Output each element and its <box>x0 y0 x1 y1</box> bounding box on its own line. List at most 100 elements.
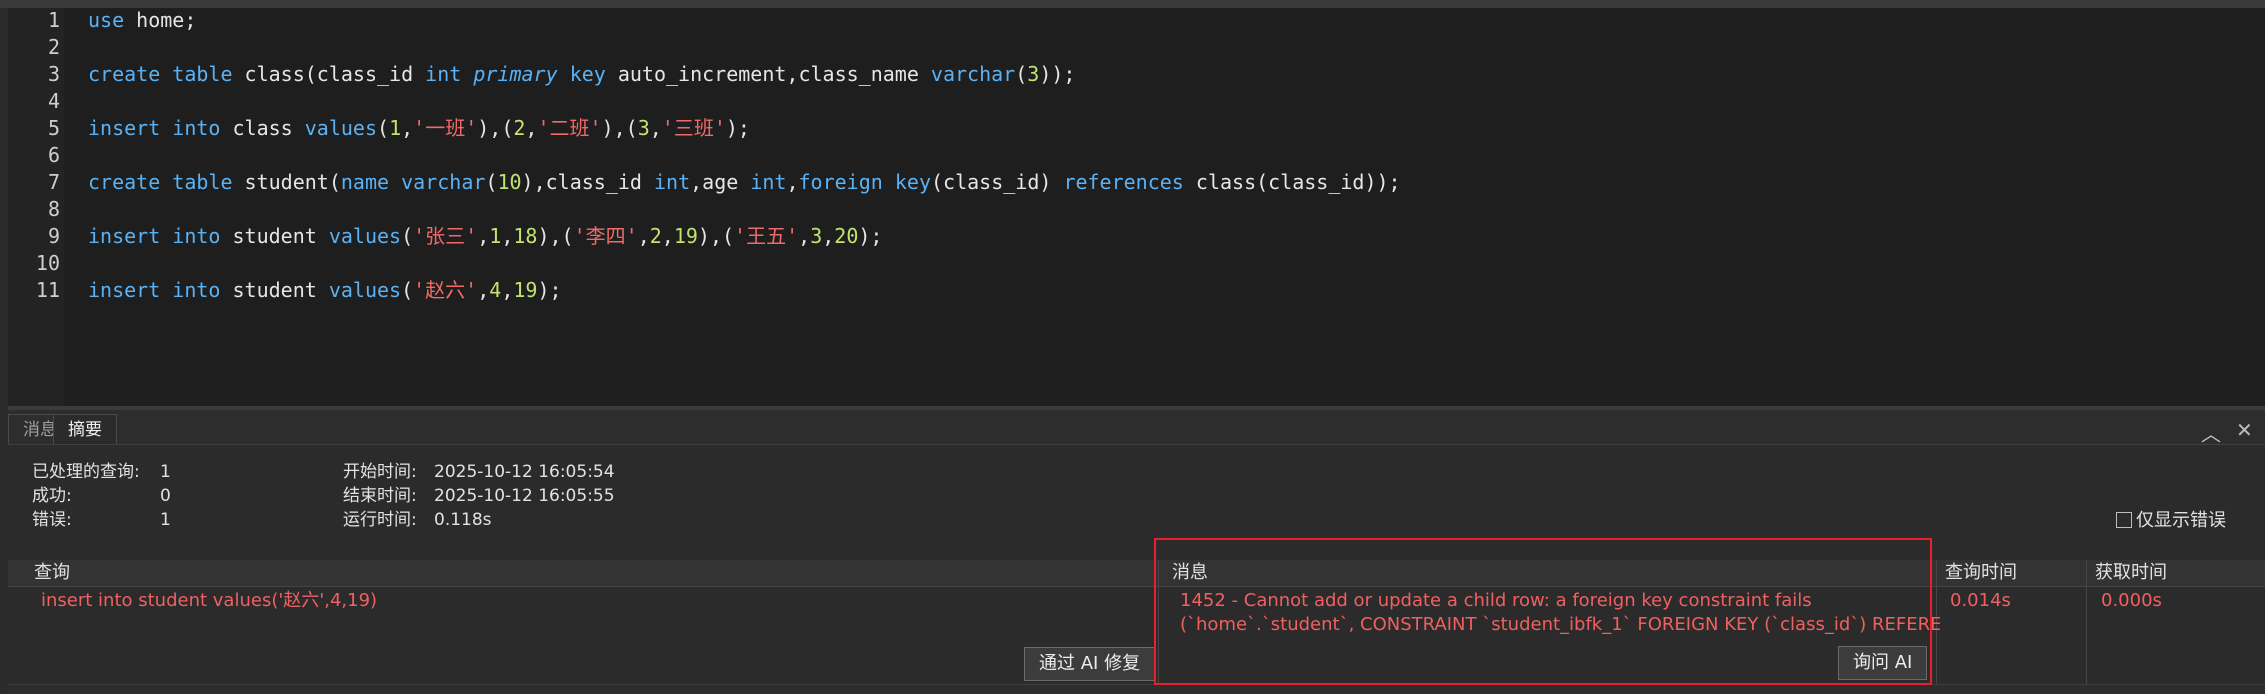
line-number: 10 <box>35 251 60 275</box>
code-line[interactable]: create table student(name varchar(10),cl… <box>88 169 1401 196</box>
code-token: , <box>477 278 490 302</box>
tab-summary[interactable]: 摘要 <box>53 414 117 444</box>
code-token: class(class_id)); <box>1183 170 1401 194</box>
col-header-fetch-time[interactable]: 获取时间 <box>2095 560 2167 586</box>
line-number: 1 <box>47 8 60 32</box>
column-divider <box>1158 560 1159 690</box>
column-divider <box>2086 560 2087 690</box>
code-token: 3 <box>637 116 650 140</box>
code-token: , <box>477 224 490 248</box>
code-token: , <box>661 224 674 248</box>
code-token: , <box>786 170 799 194</box>
success-value: 0 <box>160 486 171 506</box>
code-token: foreign <box>798 170 883 194</box>
code-token: 10 <box>497 170 522 194</box>
processed-label: 已处理的查询: <box>32 462 140 482</box>
processed-value: 1 <box>160 462 171 482</box>
code-token: ); <box>537 278 562 302</box>
code-token: '三班' <box>661 116 726 140</box>
code-token: values <box>328 278 402 302</box>
code-token: 20 <box>834 224 859 248</box>
code-line[interactable]: insert into student values('赵六',4,19); <box>88 277 562 304</box>
code-token: ( <box>377 116 390 140</box>
line-number: 8 <box>47 197 60 221</box>
fix-with-ai-button[interactable]: 通过 AI 修复 <box>1024 647 1156 681</box>
col-header-query[interactable]: 查询 <box>34 560 70 586</box>
code-token: values <box>328 224 402 248</box>
code-token: ),( <box>601 116 638 140</box>
code-token: 18 <box>513 224 538 248</box>
code-token: ),( <box>477 116 514 140</box>
code-token: into <box>172 224 221 248</box>
only-errors-label: 仅显示错误 <box>2136 510 2226 531</box>
line-number: 11 <box>35 278 60 302</box>
summary-counts: 已处理的查询: 1 成功: 0 错误: 1 <box>32 460 171 532</box>
only-errors-toggle[interactable]: 仅显示错误 <box>2116 506 2226 532</box>
row-message: 1452 - Cannot add or update a child row:… <box>1180 588 1940 634</box>
code-token: ),( <box>697 224 735 248</box>
code-token: table <box>172 62 233 86</box>
run-time-value: 0.118s <box>434 510 492 530</box>
code-line[interactable]: use home; <box>88 7 196 34</box>
code-token: student <box>220 278 329 302</box>
code-line[interactable]: insert into student values('张三',1,18),('… <box>88 223 882 250</box>
start-time-label: 开始时间: <box>343 462 417 482</box>
code-token: primary <box>473 62 558 86</box>
code-token: varchar <box>930 62 1016 86</box>
col-header-query-time[interactable]: 查询时间 <box>1945 560 2017 586</box>
code-token: ),( <box>537 224 574 248</box>
code-token: auto_increment,class_name <box>605 62 931 86</box>
code-token: '王五' <box>734 224 799 248</box>
code-token: ,age <box>690 170 751 194</box>
code-token: create <box>88 170 161 194</box>
code-token: 19 <box>513 278 538 302</box>
line-number: 5 <box>47 116 60 140</box>
code-token: 3 <box>810 224 823 248</box>
code-token: key <box>569 62 606 86</box>
code-token: '一班' <box>413 116 478 140</box>
col-header-message[interactable]: 消息 <box>1172 560 1208 586</box>
code-token: ( <box>401 224 414 248</box>
chevron-up-icon[interactable]: ︿ <box>2201 418 2221 447</box>
code-token: , <box>501 278 514 302</box>
code-token: 19 <box>673 224 698 248</box>
code-token: int <box>654 170 691 194</box>
success-label: 成功: <box>32 486 72 506</box>
code-token: , <box>501 224 514 248</box>
code-token: table <box>172 170 233 194</box>
line-number: 9 <box>47 224 60 248</box>
code-token: , <box>649 116 662 140</box>
code-token: class(class_id <box>232 62 426 86</box>
row-query: insert into student values('赵六',4,19) <box>41 590 378 611</box>
close-icon[interactable]: ✕ <box>2236 418 2253 442</box>
code-line[interactable]: insert into class values(1,'一班'),(2,'二班'… <box>88 115 750 142</box>
code-token: ); <box>725 116 750 140</box>
line-number: 4 <box>47 89 60 113</box>
results-header: 查询 消息 查询时间 获取时间 <box>8 560 2265 587</box>
end-time-value: 2025-10-12 16:05:55 <box>434 486 615 506</box>
code-token: 2 <box>513 116 526 140</box>
ask-ai-button[interactable]: 询问 AI <box>1838 646 1928 680</box>
sql-editor[interactable]: 1 2 3 4 5 6 7 8 9 10 11 use home; create table clas… <box>8 8 2265 406</box>
code-token: , <box>401 116 414 140</box>
row-message-line-1: 1452 - Cannot add or update a child row:… <box>1180 590 1812 611</box>
start-time-value: 2025-10-12 16:05:54 <box>434 462 615 482</box>
line-number-gutter: 1 2 3 4 5 6 7 8 9 10 11 <box>8 8 64 406</box>
code-token: use <box>88 8 125 32</box>
code-token: create <box>88 62 161 86</box>
code-token: home; <box>124 8 197 32</box>
code-line[interactable]: create table class(class_id int primary … <box>88 61 1075 88</box>
only-errors-checkbox[interactable] <box>2116 512 2132 528</box>
code-token: insert <box>88 278 161 302</box>
code-token: into <box>172 278 221 302</box>
code-token: int <box>425 62 462 86</box>
code-token: insert <box>88 224 161 248</box>
line-number: 7 <box>47 170 60 194</box>
result-tabbar: 消息 摘要 ︿ ✕ <box>8 410 2265 447</box>
